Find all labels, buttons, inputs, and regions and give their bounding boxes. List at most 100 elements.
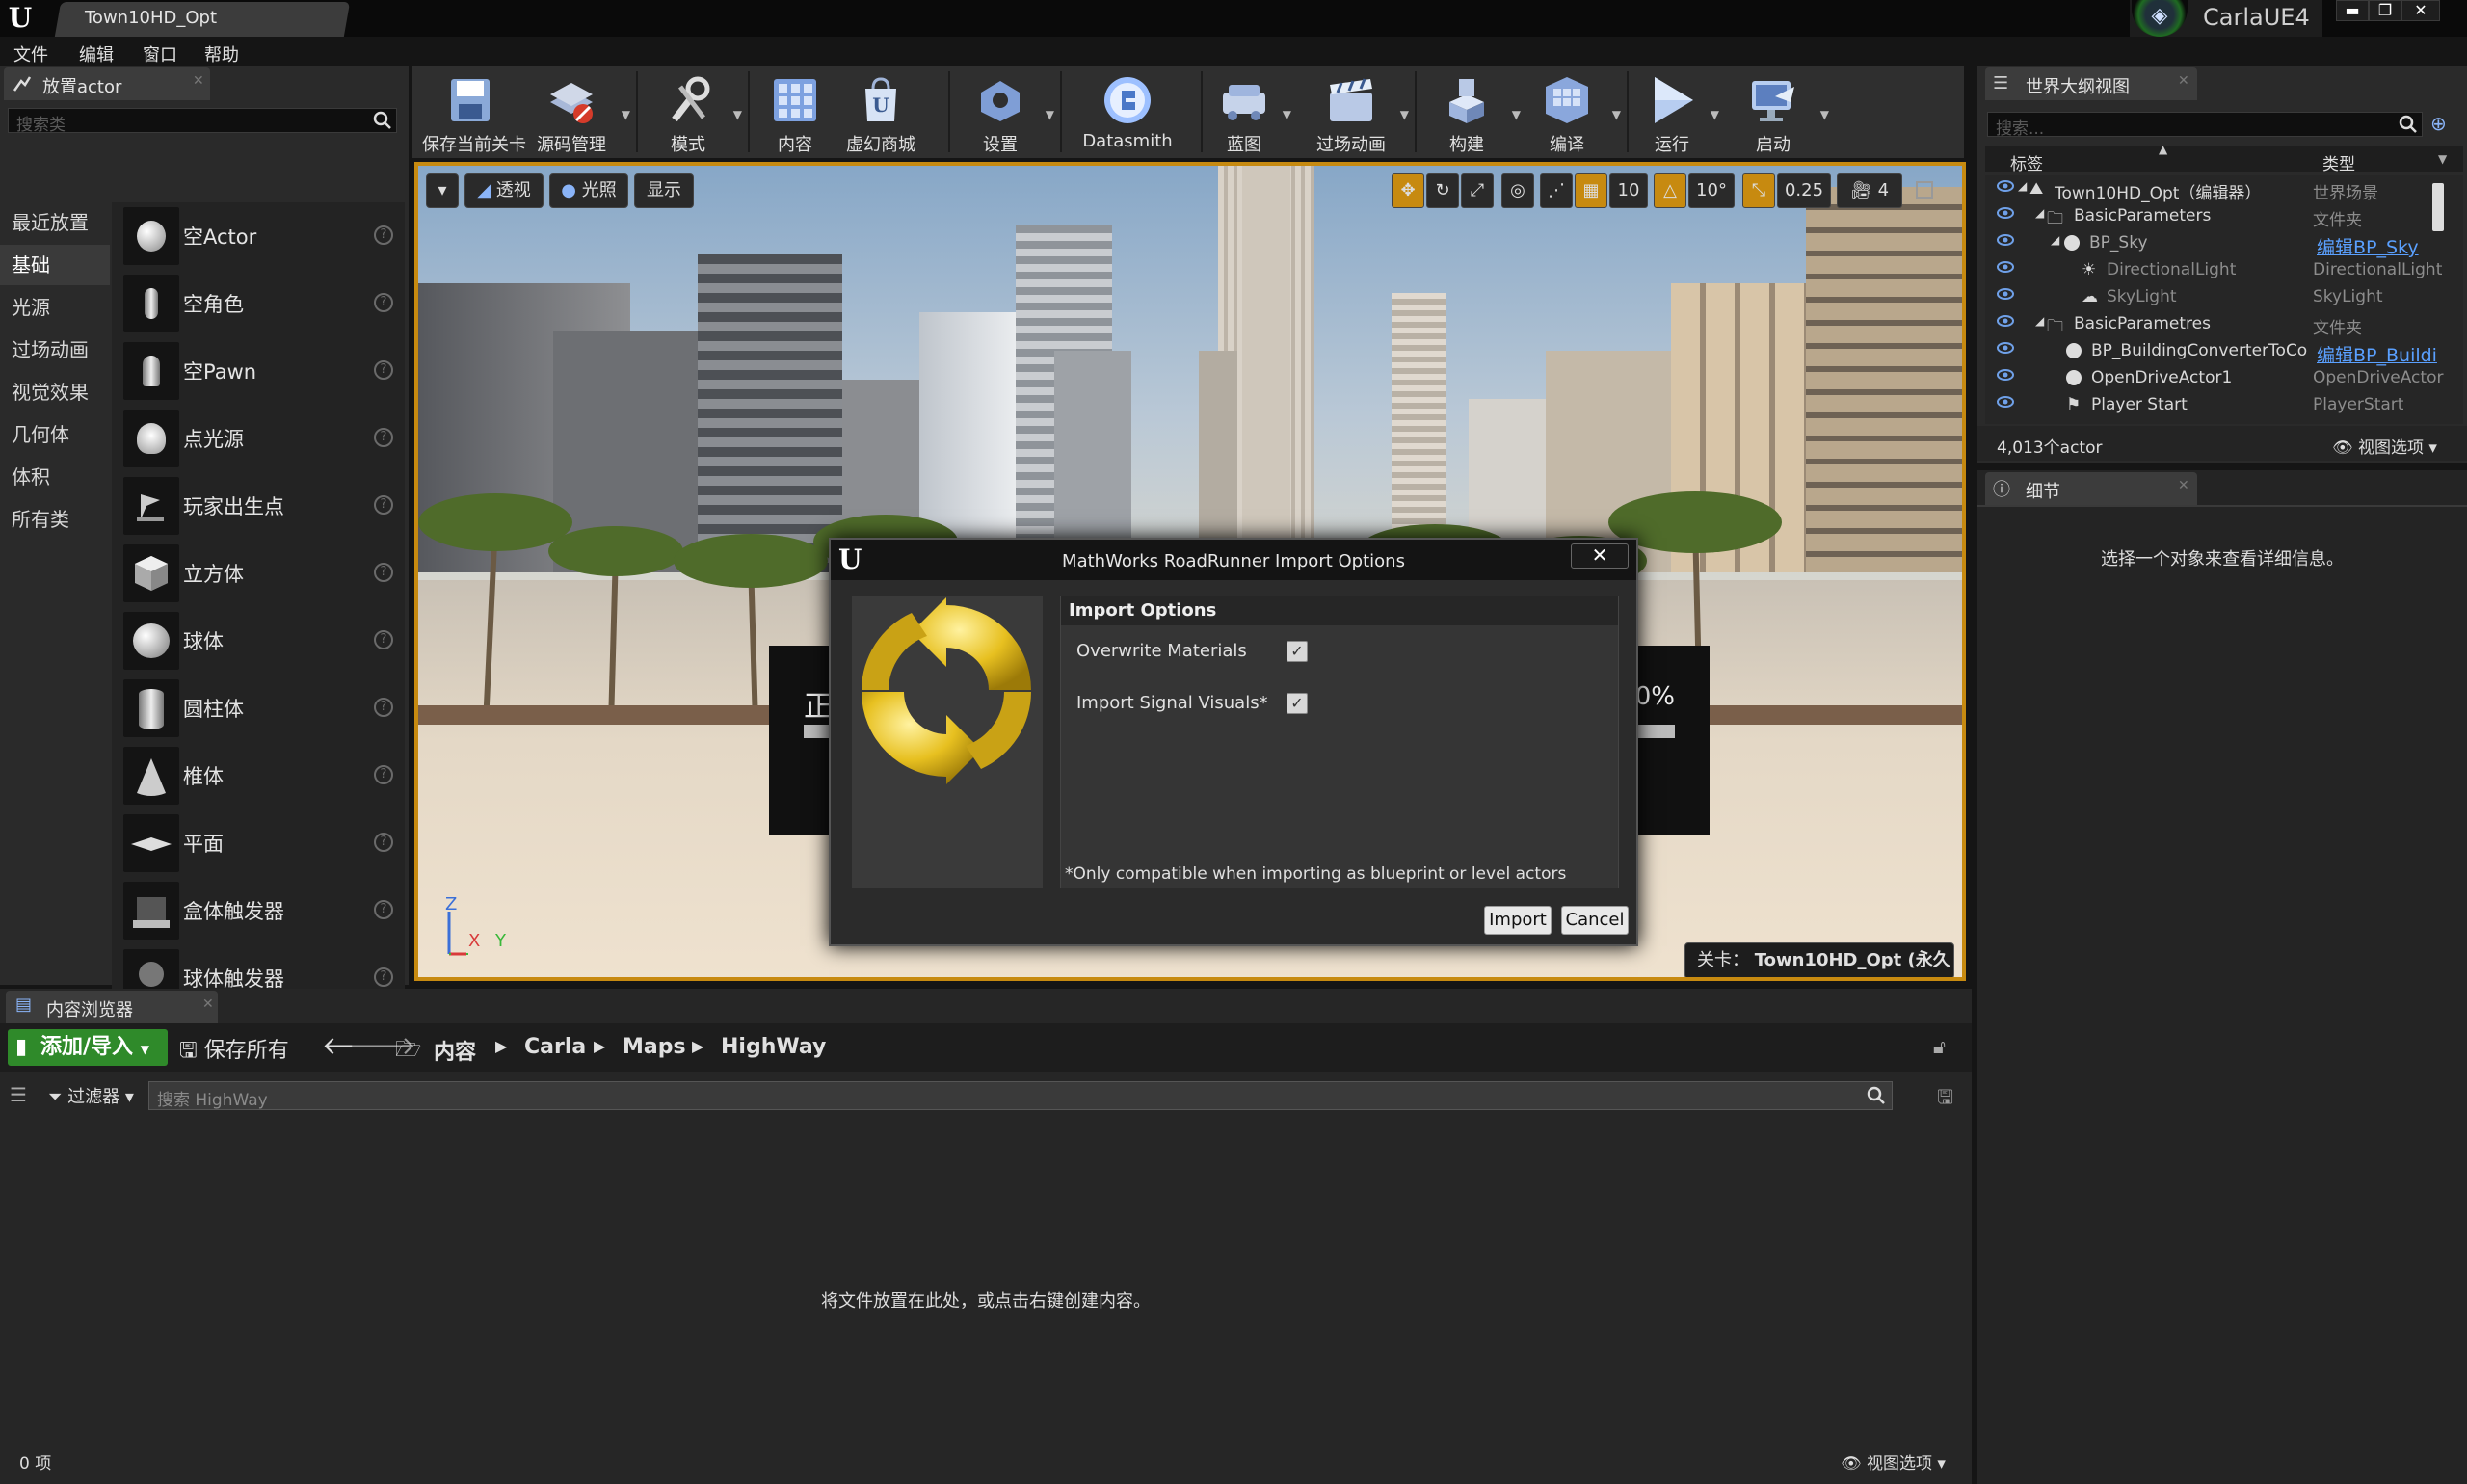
chevron-down-icon[interactable]: ▼ — [1512, 108, 1521, 121]
scale-snap-icon[interactable]: ⤡ — [1742, 173, 1775, 208]
close-tab-icon[interactable]: ✕ — [193, 73, 204, 89]
chevron-down-icon[interactable]: ▼ — [1046, 108, 1054, 121]
content-button[interactable]: 内容 — [761, 69, 829, 155]
save-all-button[interactable]: 🖫︎ 保存所有 — [179, 1033, 289, 1071]
visibility-eye-icon[interactable] — [1997, 341, 2014, 355]
chevron-down-icon[interactable]: ▼ — [1400, 108, 1409, 121]
import-signal-visuals-checkbox[interactable]: ✓ — [1287, 693, 1308, 714]
chevron-down-icon[interactable]: ▼ — [733, 108, 742, 121]
actor-item-empty-character[interactable]: 空角色 ? — [112, 270, 405, 337]
category-visual-effects[interactable]: 视觉效果 — [0, 372, 110, 412]
actor-item-plane[interactable]: 平面 ? — [112, 809, 405, 877]
outliner-row-folder[interactable]: ◢ 🗀︎ BasicParametres 文件夹 — [1985, 310, 2463, 338]
show-button[interactable]: 显示 — [634, 173, 694, 208]
settings-button[interactable]: 设置 ▼ — [962, 69, 1054, 155]
dialog-close-button[interactable]: ✕ — [1571, 543, 1629, 569]
menu-help[interactable]: 帮助 — [204, 41, 239, 66]
breadcrumb-content[interactable]: 内容 — [434, 1035, 476, 1066]
build-button[interactable]: 构建 ▼ — [1428, 69, 1521, 155]
visibility-eye-icon[interactable] — [1997, 206, 2014, 220]
launch-button[interactable]: 启动 ▼ — [1733, 69, 1829, 155]
help-icon[interactable]: ? — [374, 428, 393, 447]
sources-panel-icon[interactable]: ☰ — [10, 1083, 27, 1106]
folder-icon[interactable]: 🗁︎ — [395, 1033, 421, 1070]
outliner-row-actor[interactable]: ◢ BP_Sky 编辑BP_Sky — [1985, 229, 2463, 258]
category-basic[interactable]: 基础 — [0, 245, 110, 285]
compile-button[interactable]: 编译 ▼ — [1528, 69, 1621, 155]
expand-arrow-icon[interactable]: ◢ — [2018, 179, 2027, 193]
actor-item-sphere[interactable]: 球体 ? — [112, 607, 405, 675]
outliner-row-actor[interactable]: ☀ DirectionalLight DirectionalLight — [1985, 256, 2463, 283]
visibility-eye-icon[interactable] — [1997, 287, 2014, 301]
view-mode-lit-button[interactable]: ● 光照 — [549, 173, 628, 208]
cinematics-button[interactable]: 过场动画 ▼ — [1309, 69, 1409, 155]
close-tab-icon[interactable]: ✕ — [2178, 478, 2189, 493]
grid-snap-value[interactable]: 10 — [1609, 173, 1648, 208]
breadcrumb-highway[interactable]: HighWay — [721, 1035, 826, 1059]
outliner-search-input[interactable]: 搜索... — [1987, 112, 2423, 139]
chevron-down-icon[interactable]: ▼ — [1820, 108, 1829, 121]
chevron-down-icon[interactable]: ▼ — [2438, 152, 2447, 166]
breadcrumb-separator-icon[interactable]: ▶ — [692, 1037, 703, 1055]
visibility-eye-icon[interactable] — [1997, 314, 2014, 328]
outliner-view-options-button[interactable]: 👁︎ 视图选项 ▾ — [2332, 434, 2437, 458]
help-icon[interactable]: ? — [374, 225, 393, 245]
maximize-button[interactable]: ❐ — [2369, 0, 2401, 21]
minimize-button[interactable]: ▬ — [2336, 0, 2369, 21]
modes-button[interactable]: 模式 ▼ — [650, 69, 742, 155]
help-icon[interactable]: ? — [374, 967, 393, 987]
outliner-row-folder[interactable]: ◢ 🗀︎ BasicParameters 文件夹 — [1985, 202, 2463, 230]
perspective-button[interactable]: ◢ 透视 — [464, 173, 544, 208]
actor-item-cone[interactable]: 椎体 ? — [112, 742, 405, 809]
outliner-row-actor[interactable]: ☁ SkyLight SkyLight — [1985, 283, 2463, 310]
outliner-row-world[interactable]: ◢ ⛰ Town10HD_Opt（编辑器） 世界场景 — [1985, 175, 2463, 203]
viewport-options-button[interactable]: ▾ — [426, 173, 459, 208]
visibility-eye-icon[interactable] — [1997, 368, 2014, 382]
category-geometry[interactable]: 几何体 — [0, 414, 110, 455]
rotate-tool-icon[interactable]: ↻ — [1426, 173, 1459, 208]
rotation-snap-icon[interactable]: △ — [1654, 173, 1686, 208]
search-icon[interactable] — [373, 111, 392, 130]
content-view-options-button[interactable]: 👁︎ 视图选项 ▾ — [1841, 1449, 1946, 1473]
menu-window[interactable]: 窗口 — [143, 41, 177, 66]
visibility-eye-icon[interactable] — [1997, 395, 2014, 409]
details-tab[interactable]: ⓘ 细节 ✕ — [1985, 472, 2197, 505]
scale-tool-icon[interactable]: ⤢ — [1461, 173, 1494, 208]
outliner-row-actor[interactable]: BP_BuildingConverterToCo 编辑BP_Buildi — [1985, 337, 2463, 366]
actor-item-empty-actor[interactable]: 空Actor ? — [112, 202, 405, 270]
add-filter-icon[interactable]: ⊕ — [2430, 112, 2447, 135]
help-icon[interactable]: ? — [374, 360, 393, 380]
chevron-down-icon[interactable]: ▼ — [1283, 108, 1291, 121]
visibility-eye-icon[interactable] — [1997, 179, 2014, 193]
translate-tool-icon[interactable]: ✥ — [1392, 173, 1424, 208]
outliner-row-actor[interactable]: ⚑ Player Start PlayerStart — [1985, 391, 2463, 418]
breadcrumb-separator-icon[interactable]: ▶ — [594, 1037, 605, 1055]
add-import-button[interactable]: ▮ 添加/导入 ▼ — [8, 1029, 168, 1066]
scale-snap-value[interactable]: 0.25 — [1777, 173, 1831, 208]
content-browser-tab[interactable]: ▤ 内容浏览器 ✕ — [6, 991, 218, 1023]
world-outliner-tab[interactable]: ☰ 世界大纲视图 ✕ — [1985, 67, 2197, 100]
surface-snap-icon[interactable]: ⋰ — [1540, 173, 1573, 208]
overwrite-materials-checkbox[interactable]: ✓ — [1287, 641, 1308, 662]
category-cinematic[interactable]: 过场动画 — [0, 330, 110, 370]
help-icon[interactable]: ? — [374, 765, 393, 784]
save-search-icon[interactable]: 🖫︎ — [1937, 1083, 1953, 1116]
category-recent[interactable]: 最近放置 — [0, 202, 110, 243]
play-button[interactable]: 运行 ▼ — [1640, 69, 1719, 155]
maximize-viewport-icon[interactable] — [1916, 181, 1933, 199]
visibility-eye-icon[interactable] — [1997, 260, 2014, 274]
search-icon[interactable] — [2399, 115, 2418, 134]
cancel-button[interactable]: Cancel — [1561, 906, 1629, 935]
actor-item-cube[interactable]: 立方体 ? — [112, 540, 405, 607]
actor-item-player-start[interactable]: 玩家出生点 ? — [112, 472, 405, 540]
help-icon[interactable]: ? — [374, 495, 393, 515]
close-tab-icon[interactable]: ✕ — [202, 996, 214, 1012]
actor-item-point-light[interactable]: 点光源 ? — [112, 405, 405, 472]
search-classes-input[interactable]: 搜索类 — [8, 108, 397, 135]
world-local-toggle-icon[interactable]: ◎ — [1501, 173, 1534, 208]
chevron-down-icon[interactable]: ▼ — [622, 108, 630, 121]
expand-arrow-icon[interactable]: ◢ — [2051, 233, 2059, 247]
category-lights[interactable]: 光源 — [0, 287, 110, 328]
close-tab-icon[interactable]: ✕ — [2178, 73, 2189, 89]
actor-item-empty-pawn[interactable]: 空Pawn ? — [112, 337, 405, 405]
